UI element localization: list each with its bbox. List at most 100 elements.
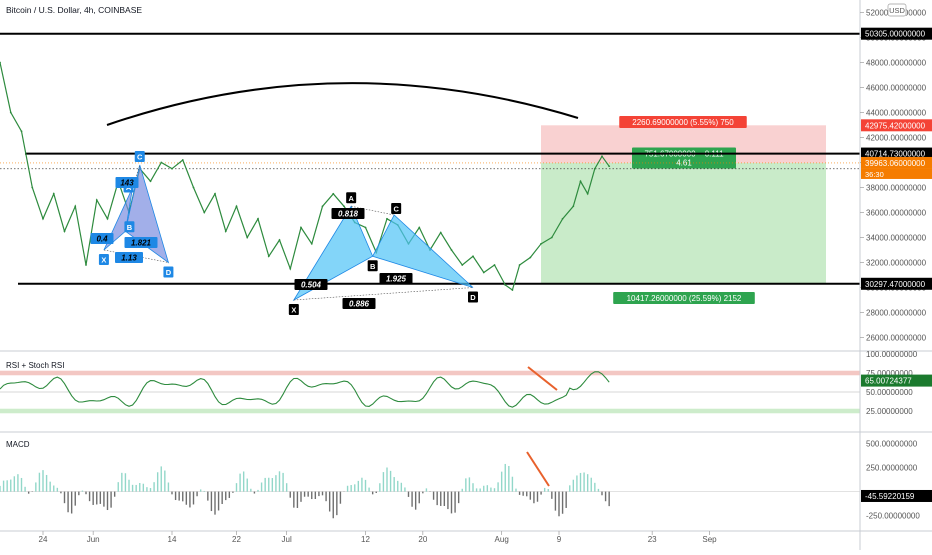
price-point <box>540 242 542 245</box>
price-point <box>586 192 589 195</box>
price-point <box>289 267 292 270</box>
price-point <box>504 284 507 286</box>
price-point <box>42 217 44 220</box>
price-point <box>310 242 313 245</box>
time-axis-tick-label: 14 <box>168 535 177 544</box>
price-point <box>450 249 453 251</box>
rsi-current-text: 65.00724377 <box>865 377 912 386</box>
price-point <box>300 226 302 229</box>
price-point <box>550 236 553 239</box>
price-point <box>160 161 163 164</box>
harmonic-large-point-label: D <box>470 293 476 302</box>
price-point <box>257 217 259 220</box>
harmonic-large-point-label: A <box>348 194 354 203</box>
time-axis-tick-label: 9 <box>557 535 562 544</box>
rsi-axis-tick-label: 100.00000000 <box>866 350 918 359</box>
macd-current-text: -45.59220159 <box>865 492 915 501</box>
rsi-line <box>0 371 610 408</box>
price-point <box>278 239 281 241</box>
ratio-small-xb-text: 0.4 <box>96 235 108 244</box>
price-point <box>418 226 421 229</box>
price-point <box>572 205 575 208</box>
rsi-pane-title: RSI + Stoch RSI <box>6 361 64 370</box>
time-axis-tick-label: 24 <box>39 535 48 544</box>
harmonic-small-point-label: D <box>166 268 172 277</box>
target-label-text: 10417.26000000 (25.59%) 2152 <box>627 294 742 303</box>
rsi-divergence-line <box>527 366 558 391</box>
harmonic-large-point-label: C <box>393 205 399 214</box>
price-point <box>85 264 87 266</box>
time-axis-tick-label: Aug <box>495 535 509 544</box>
price-axis-tick-label: 28000.00000000 <box>866 309 927 318</box>
price-axis-tick-label: 34000.00000000 <box>866 234 927 243</box>
price-badge-text: 42975.42000000 <box>865 121 926 130</box>
price-point <box>171 167 173 170</box>
price-point <box>106 217 109 220</box>
rsi-overbought-band <box>0 370 860 376</box>
time-axis-tick-label: 20 <box>418 535 427 544</box>
price-point <box>149 180 152 183</box>
price-point <box>472 255 474 258</box>
time-axis-tick-label: Sep <box>702 535 717 544</box>
macd-pane-title: MACD <box>6 440 30 449</box>
price-point <box>493 264 496 266</box>
price-point <box>224 230 227 233</box>
price-point <box>214 192 216 195</box>
price-axis-tick-label: 36000.00000000 <box>866 209 927 218</box>
price-axis-tick-label: 32000.00000000 <box>866 259 927 268</box>
time-axis-tick-label: 22 <box>232 535 241 544</box>
price-point <box>332 192 335 195</box>
harmonic-large-point-label: B <box>370 262 376 271</box>
ratio-ac-text: 0.818 <box>338 210 359 219</box>
macd-axis-tick-label: 250.00000000 <box>866 464 918 473</box>
time-axis-tick-label: Jul <box>282 535 292 544</box>
currency-badge[interactable]: USD <box>887 3 907 17</box>
price-point <box>246 236 249 239</box>
rsi-oversold-band <box>0 408 860 414</box>
price-point <box>95 199 98 201</box>
macd-axis-tick-label: -250.00000000 <box>866 512 920 521</box>
price-axis-tick-label: 44000.00000000 <box>866 109 927 118</box>
ratio-xb-text: 0.504 <box>301 281 322 290</box>
price-axis-tick-label: 48000.00000000 <box>866 59 927 68</box>
harmonic-small-point-label: C <box>137 153 143 162</box>
ratio-small-bd-text: 1.821 <box>131 239 152 248</box>
price-point <box>9 111 12 114</box>
price-point <box>192 186 195 189</box>
price-point <box>343 205 345 208</box>
price-point <box>203 211 206 214</box>
price-point <box>364 226 367 229</box>
price-axis-tick-label: 26000.00000000 <box>866 334 927 343</box>
price-point <box>593 167 596 170</box>
price-point <box>439 231 442 234</box>
price-point <box>267 255 270 258</box>
ratio-small-a-text: 143 <box>120 179 134 188</box>
price-axis-tick-label: 42000.00000000 <box>866 134 927 143</box>
trading-chart[interactable]: 2260.69000000 (5.55%) 750751.67000000 ~ … <box>0 0 932 550</box>
harmonic-small-point-label: X <box>101 256 106 265</box>
price-point <box>601 155 603 158</box>
ratio-xd-text: 0.886 <box>349 300 370 309</box>
price-badge-text: 50305.00000000 <box>865 30 926 39</box>
price-point <box>386 217 388 220</box>
time-axis-tick-label: 23 <box>648 535 657 544</box>
price-point <box>518 264 521 266</box>
price-point <box>579 180 582 183</box>
price-point <box>561 217 564 220</box>
price-point <box>63 230 66 233</box>
time-axis-tick-label: Jun <box>87 535 100 544</box>
price-axis-tick-label: 46000.00000000 <box>866 84 927 93</box>
macd-divergence-line <box>526 451 550 487</box>
take-profit-zone <box>541 162 826 284</box>
currency-badge-label: USD <box>889 6 905 15</box>
price-point <box>511 289 514 291</box>
chart-symbol-title: Bitcoin / U.S. Dollar, 4h, COINBASE <box>6 5 142 15</box>
stop-label-text: 2260.69000000 (5.55%) 750 <box>632 118 734 127</box>
ratio-bd-text: 1.925 <box>386 275 407 284</box>
harmonic-small-point-label: B <box>127 223 133 232</box>
price-point <box>461 264 464 266</box>
price-point <box>482 271 485 274</box>
price-point <box>52 192 55 195</box>
macd-axis-tick-label: 500.00000000 <box>866 440 918 449</box>
harmonic-large-point-label: X <box>291 306 296 315</box>
